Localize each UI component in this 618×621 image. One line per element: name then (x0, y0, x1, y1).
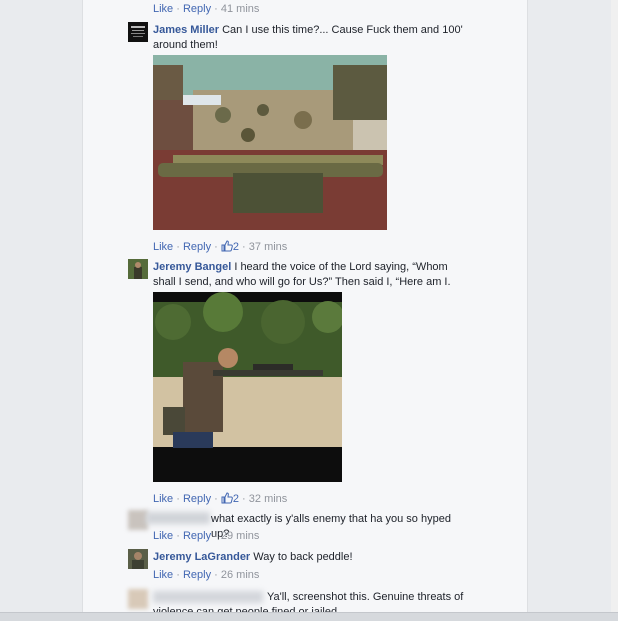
comment-actions: Like · Reply · 2 · 32 mins (153, 492, 288, 505)
avatar-redacted (128, 510, 148, 530)
avatar[interactable] (128, 22, 148, 42)
timestamp[interactable]: 32 mins (249, 493, 288, 505)
comment-actions: Like · Reply · 2 · 37 mins (153, 240, 288, 253)
thumbs-up-icon[interactable] (221, 492, 233, 504)
timestamp[interactable]: 37 mins (249, 241, 288, 253)
timestamp[interactable]: 41 mins (221, 3, 260, 15)
comment-author[interactable]: James Miller (153, 24, 219, 36)
comment-author[interactable]: Jeremy LaGrander (153, 551, 250, 563)
avatar-redacted (128, 589, 148, 609)
avatar-logo-icon (131, 26, 145, 37)
comment-photo[interactable] (153, 55, 387, 230)
comment-body: James Miller Can I use this time?... Cau… (153, 23, 465, 53)
timestamp[interactable]: 29 mins (221, 530, 260, 542)
reply-link[interactable]: Reply (183, 493, 211, 505)
reply-link[interactable]: Reply (183, 241, 211, 253)
avatar[interactable] (128, 549, 148, 569)
comment-author[interactable]: Jeremy Bangel (153, 261, 231, 273)
like-link[interactable]: Like (153, 241, 173, 253)
redacted-author-name (146, 512, 210, 524)
comment-body: Jeremy LaGrander Way to back peddle! (153, 550, 465, 565)
comment-actions: Like · Reply · 26 mins (153, 569, 260, 581)
photo-rifle-image (153, 292, 344, 482)
comment-text: Way to back peddle! (253, 551, 353, 563)
comment-actions: Like · Reply · 41 mins (153, 3, 260, 15)
reply-link[interactable]: Reply (183, 3, 211, 15)
scrollbar-track[interactable] (611, 0, 618, 620)
like-link[interactable]: Like (153, 3, 173, 15)
reply-link[interactable]: Reply (183, 530, 211, 542)
like-link[interactable]: Like (153, 530, 173, 542)
comment-photo[interactable] (153, 292, 344, 482)
avatar-photo-icon (128, 549, 148, 569)
timestamp[interactable]: 26 mins (221, 569, 260, 581)
avatar[interactable] (128, 259, 148, 279)
photo-bazooka-image (153, 55, 387, 230)
like-link[interactable]: Like (153, 493, 173, 505)
like-link[interactable]: Like (153, 569, 173, 581)
thumbs-up-icon[interactable] (221, 240, 233, 252)
avatar-photo-icon (128, 259, 148, 279)
comment-actions: Like · Reply · 29 mins (153, 530, 260, 542)
reply-link[interactable]: Reply (183, 569, 211, 581)
